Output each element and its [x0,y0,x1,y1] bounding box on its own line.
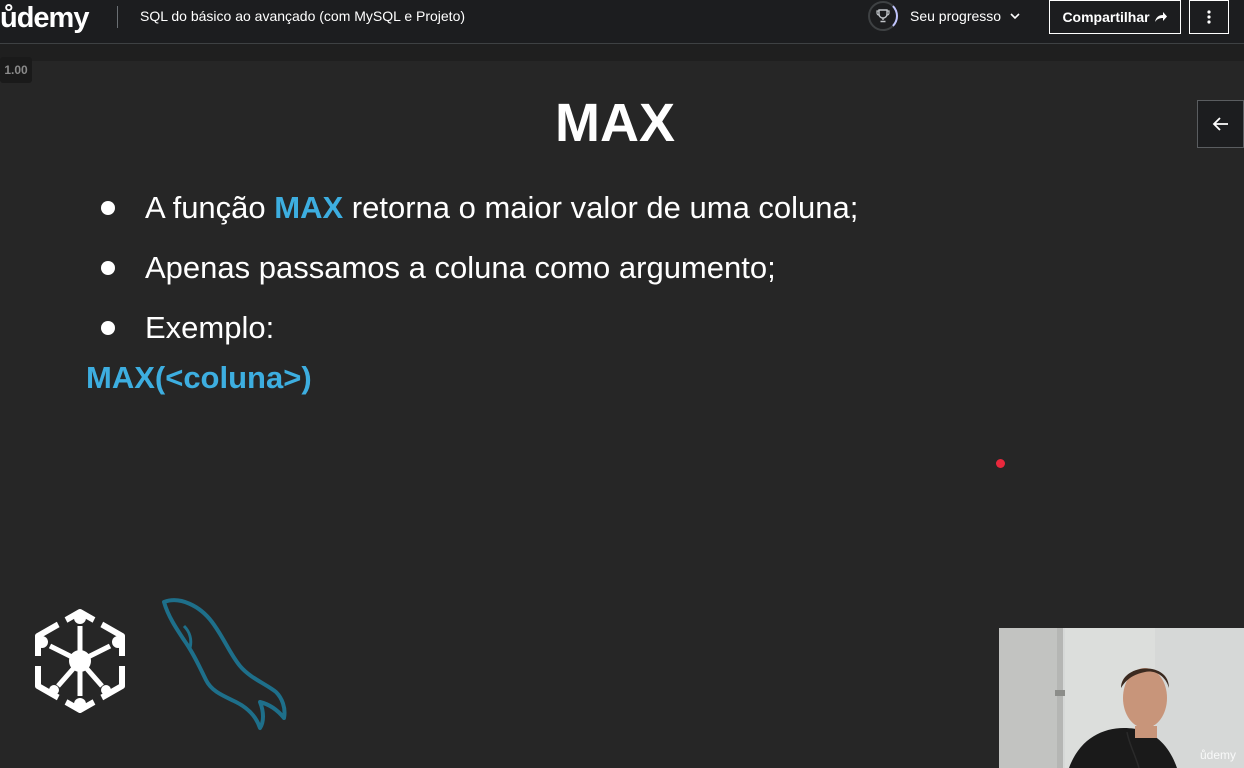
slide-title: MAX [555,93,675,153]
trophy-icon [868,1,898,31]
more-options-button[interactable] [1189,0,1229,34]
bullet-item: Apenas passamos a coluna como argumento; [96,238,858,298]
syntax-example: MAX(<coluna>) [86,360,312,395]
instructor-webcam: ůdemy [999,628,1244,768]
udemy-logo[interactable]: ůdemy [0,2,89,35]
header-divider [117,6,118,28]
course-title[interactable]: SQL do básico ao avançado (com MySQL e P… [140,8,465,24]
bullet-text: Exemplo: [145,310,275,345]
mysql-dolphin-logo [162,598,287,730]
share-arrow-icon [1154,12,1167,22]
playback-speed[interactable]: 1.00 [0,57,32,83]
bullet-dot [101,261,115,275]
laser-pointer-dot [996,459,1005,468]
bullet-dot [101,201,115,215]
bullet-dot [101,321,115,335]
bullet-item: A função MAX retorna o maior valor de um… [96,178,858,238]
video-player[interactable]: 1.00 MAX A função MAX retorna o maior va… [0,44,1244,768]
arrow-left-icon [1212,117,1228,131]
slide-bullet-list: A função MAX retorna o maior valor de um… [96,178,858,358]
bullet-text: A função MAX retorna o maior valor de um… [145,190,859,225]
progress-label: Seu progresso [910,8,1002,24]
instructor-video-frame [999,628,1244,768]
share-label: Compartilhar [1062,9,1150,25]
highlight-keyword: MAX [274,190,344,225]
bullet-text: Apenas passamos a coluna como argumento; [145,250,776,285]
udemy-watermark: ůdemy [1199,748,1236,762]
hub-network-logo [33,609,127,713]
progress-button[interactable]: Seu progresso [868,0,1021,32]
bullet-item: Exemplo: [96,298,858,358]
video-top-strip [0,44,1244,61]
kebab-menu-icon [1207,10,1211,24]
chevron-down-icon [1010,13,1020,20]
open-sidebar-button[interactable] [1197,100,1244,148]
top-bar: ůdemy SQL do básico ao avançado (com MyS… [0,0,1244,44]
share-button[interactable]: Compartilhar [1049,0,1181,34]
